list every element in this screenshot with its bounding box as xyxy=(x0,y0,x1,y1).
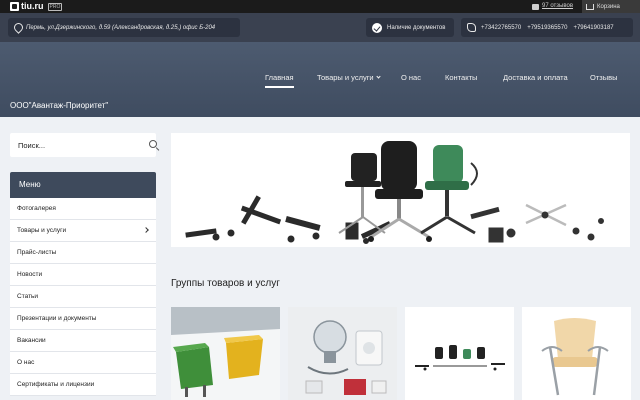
phone-list: +73422765570 +79519365570 +79641903187 xyxy=(481,25,614,31)
sidebar-item-presentations[interactable]: Презентации и документы xyxy=(10,308,156,330)
nav-delivery[interactable]: Доставка и оплата xyxy=(503,73,568,82)
sidebar-item-articles[interactable]: Статьи xyxy=(10,286,156,308)
logo-text: tiu.ru xyxy=(21,1,44,11)
menu-title: Меню xyxy=(10,172,156,198)
sidebar-item-products[interactable]: Товары и услуги xyxy=(10,220,156,242)
location-pin-icon xyxy=(14,23,21,32)
tiu-logo-icon xyxy=(10,2,19,11)
product-card[interactable] xyxy=(405,307,514,400)
pro-badge: PRO xyxy=(47,2,63,11)
nav-home[interactable]: Главная xyxy=(265,73,294,88)
chair-image xyxy=(522,307,631,400)
chevron-right-icon xyxy=(143,227,149,233)
section-title: Группы товаров и услуг xyxy=(171,278,280,289)
company-name: ООО"Авантаж-Приоритет" xyxy=(10,101,109,110)
product-card[interactable] xyxy=(522,307,631,400)
phone-number[interactable]: +79641903187 xyxy=(573,25,613,31)
nav-products-label: Товары и услуги xyxy=(317,73,374,82)
phones-pill[interactable]: +73422765570 +79519365570 +79641903187 xyxy=(461,18,633,37)
nav-about[interactable]: О нас xyxy=(401,73,421,82)
chevron-down-icon xyxy=(376,74,381,79)
sidebar-item-vacancies[interactable]: Вакансии xyxy=(10,330,156,352)
documents-pill[interactable]: Наличие документов xyxy=(366,18,454,37)
tiu-logo[interactable]: tiu.ru PRO xyxy=(10,1,63,11)
info-bar: Пермь, ул.Дзержинского, д.59 (Александро… xyxy=(0,13,640,42)
sidebar-item-label: Товары и услуги xyxy=(17,227,67,234)
cart-label: Корзина xyxy=(597,3,620,10)
search-input[interactable] xyxy=(18,133,138,157)
sidebar-menu: Фотогалерея Товары и услуги Прайс-листы … xyxy=(10,198,156,396)
product-card[interactable] xyxy=(171,307,280,400)
reviews-link[interactable]: 97 отзывов xyxy=(532,2,573,11)
nav-products[interactable]: Товары и услуги xyxy=(317,73,381,82)
cart-button[interactable]: Корзина xyxy=(582,0,640,13)
office-chairs-image xyxy=(171,133,630,247)
office-furniture-image xyxy=(405,307,514,400)
sidebar-item-gallery[interactable]: Фотогалерея xyxy=(10,198,156,220)
top-bar: tiu.ru PRO 97 отзывов Корзина xyxy=(0,0,640,13)
address-text: Пермь, ул.Дзержинского, д.59 (Александро… xyxy=(26,24,216,31)
containers-image xyxy=(171,307,280,400)
reviews-label: 97 отзывов xyxy=(542,3,574,9)
promo-banner[interactable] xyxy=(171,133,630,247)
sidebar-item-news[interactable]: Новости xyxy=(10,264,156,286)
site-header: Главная Товары и услуги О нас Контакты Д… xyxy=(0,42,640,117)
check-icon xyxy=(372,22,382,33)
sidebar-item-pricelists[interactable]: Прайс-листы xyxy=(10,242,156,264)
phone-number[interactable]: +79519365570 xyxy=(527,25,567,31)
phone-number[interactable]: +73422765570 xyxy=(481,25,521,31)
address-pill[interactable]: Пермь, ул.Дзержинского, д.59 (Александро… xyxy=(8,18,240,37)
documents-text: Наличие документов xyxy=(387,24,446,31)
electrical-image xyxy=(288,307,397,400)
phone-icon xyxy=(467,23,476,32)
nav-contacts[interactable]: Контакты xyxy=(445,73,477,82)
search-box xyxy=(10,133,157,157)
sidebar-item-certificates[interactable]: Сертификаты и лицензии xyxy=(10,374,156,396)
product-card[interactable] xyxy=(288,307,397,400)
comment-icon xyxy=(532,3,539,10)
nav-reviews[interactable]: Отзывы xyxy=(590,73,617,82)
search-icon[interactable] xyxy=(149,140,157,148)
main-nav: Главная Товары и услуги О нас Контакты Д… xyxy=(0,73,640,89)
cart-icon xyxy=(586,3,594,10)
sidebar-item-about[interactable]: О нас xyxy=(10,352,156,374)
